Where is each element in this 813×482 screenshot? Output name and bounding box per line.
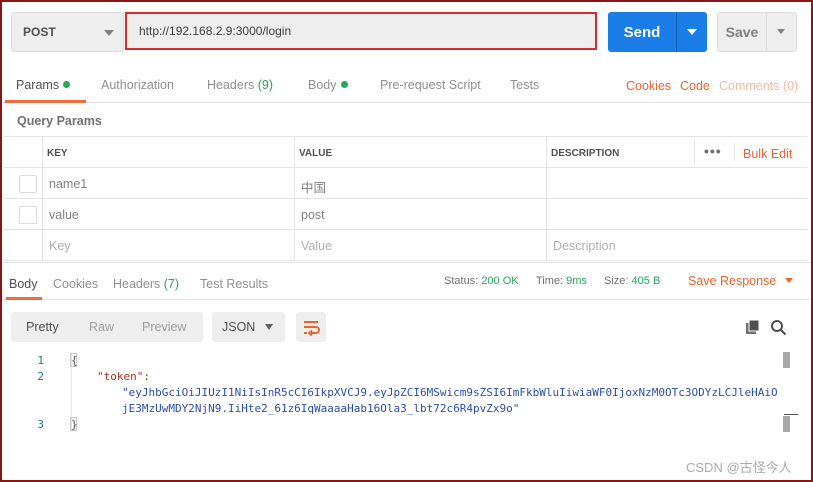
query-params-title: Query Params xyxy=(17,114,102,128)
new-value-input[interactable]: Value xyxy=(301,239,332,253)
header-divider xyxy=(734,143,735,161)
line-number: 2 xyxy=(37,370,44,383)
request-bar: POST http://192.168.2.9:3000/login Send … xyxy=(11,12,801,52)
tab-prerequest-script[interactable]: Pre-request Script xyxy=(380,78,481,92)
watermark: CSDN @古怪今人 xyxy=(686,460,792,475)
time-label: Time: xyxy=(536,275,564,287)
raw-button[interactable]: Raw xyxy=(89,312,114,342)
more-options-icon[interactable]: ••• xyxy=(704,143,722,159)
key-column-header: KEY xyxy=(47,148,68,159)
header-divider xyxy=(694,141,695,163)
code-key: "token": xyxy=(97,370,150,383)
save-response-button[interactable]: Save Response xyxy=(688,274,794,288)
headers-count: (9) xyxy=(257,78,274,92)
search-icon[interactable] xyxy=(770,319,787,336)
divider xyxy=(784,414,798,415)
chevron-down-icon xyxy=(785,278,794,283)
chevron-down-icon xyxy=(777,29,785,34)
query-params-table: KEY VALUE DESCRIPTION ••• Bulk Edit name… xyxy=(4,136,808,261)
size-value: 405 B xyxy=(631,275,661,287)
tab-body-label: Body xyxy=(308,78,337,92)
size-info: Size: 405 B xyxy=(604,275,660,287)
new-key-input[interactable]: Key xyxy=(49,239,71,253)
body-active-dot xyxy=(340,81,348,88)
request-tabs: Params Authorization Headers (9) Body Pr… xyxy=(0,68,813,103)
save-button[interactable]: Save xyxy=(717,12,797,52)
response-body-editor[interactable]: 1 2 3 { "token": "eyJhbGciOiJIUzI1NiIsIn… xyxy=(0,350,813,436)
tab-params[interactable]: Params xyxy=(16,78,71,92)
comments-link[interactable]: Comments (0) xyxy=(719,79,798,93)
save-divider xyxy=(766,13,767,51)
pretty-button[interactable]: Pretty xyxy=(26,312,59,342)
tab-params-label: Params xyxy=(16,78,60,92)
url-input[interactable]: http://192.168.2.9:3000/login xyxy=(125,12,597,50)
tab-tests[interactable]: Tests xyxy=(510,78,539,92)
status-label: Status: xyxy=(444,275,479,287)
scrollbar-thumb[interactable] xyxy=(783,416,790,432)
description-column-header: DESCRIPTION xyxy=(551,148,620,159)
tab-headers[interactable]: Headers (9) xyxy=(207,78,273,92)
tab-headers-label: Headers xyxy=(207,78,255,92)
code-string: jE3MzUwMDY2NjN9.IiHte2_61z6IqWaaaaHab16O… xyxy=(122,402,520,415)
code-link[interactable]: Code xyxy=(680,79,710,93)
table-header-row: KEY VALUE DESCRIPTION ••• Bulk Edit xyxy=(4,137,808,168)
method-select[interactable]: POST xyxy=(11,12,124,52)
url-text: http://192.168.2.9:3000/login xyxy=(139,24,292,38)
param-key[interactable]: name1 xyxy=(49,177,87,191)
cookies-link[interactable]: Cookies xyxy=(626,79,671,93)
status-value: 200 OK xyxy=(481,275,519,287)
response-headers-count: (7) xyxy=(163,277,180,291)
tab-response-cookies[interactable]: Cookies xyxy=(53,277,98,291)
send-button[interactable]: Send xyxy=(608,12,707,52)
time-info: Time: 9ms xyxy=(536,275,587,287)
params-active-dot xyxy=(63,81,71,88)
tab-body[interactable]: Body xyxy=(308,78,348,92)
code-string: "eyJhbGciOiJIUzI1NiIsInR5cCI6IkpXVCJ9.ey… xyxy=(122,386,778,399)
tab-response-headers-label: Headers xyxy=(113,277,161,291)
bulk-edit-link[interactable]: Bulk Edit xyxy=(743,147,792,161)
tab-test-results[interactable]: Test Results xyxy=(200,277,268,291)
tab-response-headers[interactable]: Headers (7) xyxy=(113,277,179,291)
line-number: 1 xyxy=(37,354,44,367)
preview-button[interactable]: Preview xyxy=(142,312,186,342)
code-close-brace: } xyxy=(71,418,78,431)
table-row: value post xyxy=(4,199,808,230)
format-label: JSON xyxy=(222,320,256,334)
view-mode-toggle: Pretty Raw Preview xyxy=(11,312,203,342)
size-label: Size: xyxy=(604,275,629,287)
row-checkbox[interactable] xyxy=(19,175,37,193)
wrap-lines-icon xyxy=(304,321,320,337)
tab-response-body[interactable]: Body xyxy=(9,277,38,291)
active-tab-indicator xyxy=(5,100,86,103)
row-checkbox[interactable] xyxy=(19,206,37,224)
send-options-button[interactable] xyxy=(677,12,707,52)
save-response-label: Save Response xyxy=(688,274,777,288)
copy-icon[interactable] xyxy=(745,319,761,335)
active-tab-indicator xyxy=(6,297,42,300)
table-row-new: Key Value Description xyxy=(4,230,808,261)
table-row: name1 中国 xyxy=(4,168,808,199)
value-column-header: VALUE xyxy=(299,148,333,159)
param-value[interactable]: 中国 xyxy=(301,177,326,196)
status-info: Status: 200 OK xyxy=(444,275,519,287)
save-label: Save xyxy=(725,24,759,40)
format-select[interactable]: JSON xyxy=(212,312,285,342)
send-label: Send xyxy=(623,23,661,41)
time-value: 9ms xyxy=(566,275,587,287)
scrollbar-thumb[interactable] xyxy=(783,352,790,368)
param-value[interactable]: post xyxy=(301,208,325,222)
tab-authorization[interactable]: Authorization xyxy=(101,78,174,92)
wrap-lines-button[interactable] xyxy=(296,312,326,342)
code-open-brace: { xyxy=(71,354,78,367)
param-key[interactable]: value xyxy=(49,208,79,222)
chevron-down-icon xyxy=(687,29,697,35)
line-number: 3 xyxy=(37,418,44,431)
chevron-down-icon xyxy=(265,324,273,330)
method-label: POST xyxy=(23,25,56,39)
new-description-input[interactable]: Description xyxy=(553,239,616,253)
chevron-down-icon xyxy=(104,30,114,36)
response-tabs: Body Cookies Headers (7) Test Results St… xyxy=(0,263,813,300)
